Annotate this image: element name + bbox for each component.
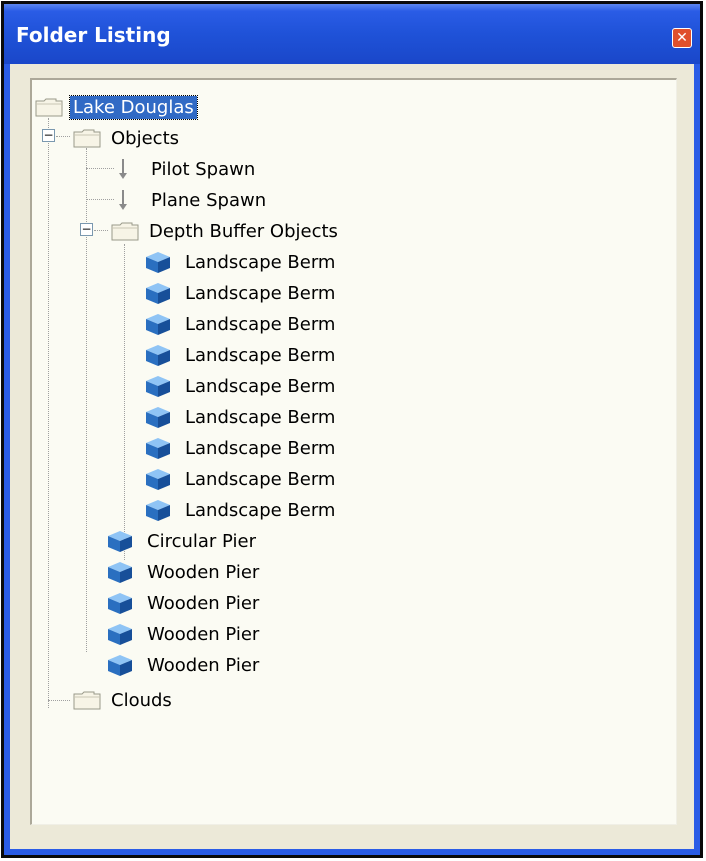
tree-node-label: Lake Douglas xyxy=(69,94,198,120)
minus-icon: − xyxy=(43,128,54,142)
cube-icon xyxy=(108,562,132,583)
tree-node-plane-spawn[interactable]: Plane Spawn xyxy=(110,187,269,213)
spawn-marker-icon xyxy=(118,188,128,212)
window-frame: Lake Douglas − Objects Pilot Spawn Plane… xyxy=(4,64,700,855)
tree-line xyxy=(56,136,70,137)
window-title: Folder Listing xyxy=(16,23,171,47)
cube-icon xyxy=(108,655,132,676)
tree-node-label: Depth Buffer Objects xyxy=(149,220,338,242)
tree-node-label: Landscape Berm xyxy=(185,499,336,521)
tree-node-wooden-pier[interactable]: Wooden Pier xyxy=(106,652,262,678)
cube-icon xyxy=(108,624,132,645)
tree-node-landscape-berm[interactable]: Landscape Berm xyxy=(144,342,338,368)
close-icon: ✕ xyxy=(676,30,688,46)
tree-line xyxy=(48,700,70,701)
tree-node-label: Objects xyxy=(111,127,180,149)
collapse-toggle[interactable]: − xyxy=(42,129,55,142)
tree-line xyxy=(48,118,49,708)
tree-line xyxy=(94,230,108,231)
cube-icon xyxy=(146,500,170,521)
cube-icon xyxy=(146,438,170,459)
folder-listing-window: Folder Listing ✕ Lake Douglas − Objects … xyxy=(1,1,703,858)
cube-icon xyxy=(108,593,132,614)
cube-icon xyxy=(108,531,132,552)
tree-line xyxy=(124,244,125,560)
tree-node-label: Landscape Berm xyxy=(185,282,336,304)
title-bar[interactable]: Folder Listing ✕ xyxy=(4,4,700,64)
folder-icon xyxy=(110,220,140,242)
cube-icon xyxy=(146,407,170,428)
collapse-toggle[interactable]: − xyxy=(80,223,93,236)
cube-icon xyxy=(146,283,170,304)
tree-node-landscape-berm[interactable]: Landscape Berm xyxy=(144,435,338,461)
tree-node-landscape-berm[interactable]: Landscape Berm xyxy=(144,497,338,523)
cube-icon xyxy=(146,345,170,366)
tree-node-label: Clouds xyxy=(111,689,172,711)
tree-node-label: Wooden Pier xyxy=(147,623,260,645)
tree-node-label: Landscape Berm xyxy=(185,437,336,459)
cube-icon xyxy=(146,314,170,335)
tree-node-depth-buffer-objects[interactable]: Depth Buffer Objects xyxy=(110,218,341,244)
tree-node-landscape-berm[interactable]: Landscape Berm xyxy=(144,373,338,399)
spawn-marker-icon xyxy=(118,157,128,181)
folder-icon xyxy=(72,689,102,711)
tree-node-circular-pier[interactable]: Circular Pier xyxy=(106,528,259,554)
close-button[interactable]: ✕ xyxy=(672,28,692,48)
folder-icon xyxy=(34,96,64,118)
tree-node-landscape-berm[interactable]: Landscape Berm xyxy=(144,466,338,492)
tree-node-label: Pilot Spawn xyxy=(151,158,256,180)
tree-node-landscape-berm[interactable]: Landscape Berm xyxy=(144,280,338,306)
tree-node-label: Landscape Berm xyxy=(185,406,336,428)
tree-node-label: Landscape Berm xyxy=(185,468,336,490)
tree-node-lake-douglas[interactable]: Lake Douglas xyxy=(34,94,198,120)
tree-node-landscape-berm[interactable]: Landscape Berm xyxy=(144,249,338,275)
tree-node-wooden-pier[interactable]: Wooden Pier xyxy=(106,621,262,647)
folder-tree[interactable]: Lake Douglas − Objects Pilot Spawn Plane… xyxy=(30,78,677,825)
tree-node-landscape-berm[interactable]: Landscape Berm xyxy=(144,311,338,337)
cube-icon xyxy=(146,469,170,490)
tree-node-label: Wooden Pier xyxy=(147,561,260,583)
tree-node-label: Landscape Berm xyxy=(185,251,336,273)
tree-node-clouds[interactable]: Clouds xyxy=(72,687,175,713)
minus-icon: − xyxy=(81,222,92,236)
tree-node-landscape-berm[interactable]: Landscape Berm xyxy=(144,404,338,430)
tree-node-label: Landscape Berm xyxy=(185,375,336,397)
tree-node-label: Wooden Pier xyxy=(147,592,260,614)
tree-node-label: Landscape Berm xyxy=(185,313,336,335)
cube-icon xyxy=(146,252,170,273)
tree-node-label: Wooden Pier xyxy=(147,654,260,676)
tree-node-label: Landscape Berm xyxy=(185,344,336,366)
cube-icon xyxy=(146,376,170,397)
tree-node-pilot-spawn[interactable]: Pilot Spawn xyxy=(110,156,258,182)
tree-node-label: Circular Pier xyxy=(147,530,256,552)
tree-node-wooden-pier[interactable]: Wooden Pier xyxy=(106,590,262,616)
tree-node-objects[interactable]: Objects xyxy=(72,125,182,151)
folder-icon xyxy=(72,127,102,149)
tree-node-wooden-pier[interactable]: Wooden Pier xyxy=(106,559,262,585)
tree-node-label: Plane Spawn xyxy=(151,189,267,211)
